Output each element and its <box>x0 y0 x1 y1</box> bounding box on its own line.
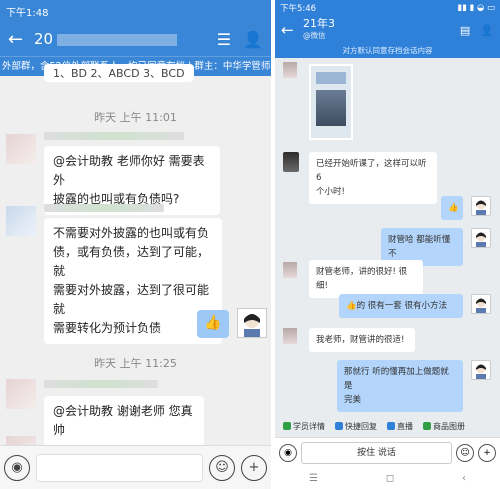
self-avatar[interactable] <box>471 196 491 216</box>
message-bubble-self[interactable]: 👍的 很有一套 很有小方法 <box>339 294 463 318</box>
chat-title: 21年3 <box>303 17 335 30</box>
self-avatar[interactable] <box>471 294 491 314</box>
emoji-icon[interactable]: ☺ <box>456 443 474 462</box>
system-nav-bar: ☰ ◻ ‹ <box>275 467 500 489</box>
message-bubble[interactable]: 不需要对外披露的也叫或有负 债，或有负债，达到了可能，就 需要对外披露，达到了很… <box>44 218 222 344</box>
avatar[interactable] <box>283 152 299 172</box>
status-time: 下午1:48 <box>6 7 49 19</box>
message-bubble[interactable]: 已经开始听课了，这样可以听6 个小时! <box>309 152 437 204</box>
avatar[interactable] <box>6 379 36 409</box>
sender-name <box>44 380 158 388</box>
menu-nav-icon[interactable]: ☰ <box>309 473 318 484</box>
image-message[interactable] <box>309 64 353 140</box>
status-time: 下午5:46 <box>280 4 317 14</box>
self-avatar[interactable] <box>471 228 491 248</box>
avatar[interactable] <box>6 206 36 236</box>
message-list[interactable]: 1、BD 2、ABCD 3、BCD 昨天 上午 11:01 @会计助教 老师你好… <box>0 64 271 466</box>
message-bubble[interactable]: @会计助教 谢谢老师 您真帅 <box>44 396 204 446</box>
self-avatar[interactable] <box>471 360 491 380</box>
keyboard-icon[interactable]: ◉ <box>279 443 297 462</box>
chat-header: ← 20 ☰ 👤 <box>0 22 271 56</box>
avatar[interactable] <box>6 134 36 164</box>
live-button[interactable]: 直播 <box>387 421 413 432</box>
chat-subtitle: @微信 <box>303 31 326 40</box>
avatar[interactable] <box>283 62 297 78</box>
document-icon[interactable]: ▤ <box>460 24 470 37</box>
hold-to-talk-button[interactable]: 按住 说话 <box>301 441 452 464</box>
status-bar: 下午1:48 ▮▮▮ 4G 43 <box>0 0 271 22</box>
archive-notice: 对方默认同意存档会话内容 <box>275 44 500 58</box>
user-icon <box>283 422 291 430</box>
right-chat-screen: 下午5:46 ▮▮ ▮ ◒ ▭ ← 21年3 @微信 ▤ 👤 对方默认同意存档会… <box>275 0 500 489</box>
timestamp: 昨天 上午 11:25 <box>94 357 177 370</box>
timestamp: 昨天 上午 11:01 <box>94 111 177 124</box>
voice-icon[interactable]: ◉ <box>4 454 30 481</box>
input-bar: ◉ 按住 说话 ☺ + <box>275 437 500 467</box>
emoji-icon[interactable]: ☺ <box>209 454 235 481</box>
message-bubble[interactable]: 我老师，财管讲的很适! <box>309 328 415 352</box>
product-album-button[interactable]: 商品图册 <box>423 421 465 432</box>
status-icons: ▮▮ ▮ ◒ ▭ <box>457 3 495 13</box>
message-bubble-self[interactable]: 👍 <box>197 310 229 338</box>
previous-message: 1、BD 2、ABCD 3、BCD <box>44 64 194 82</box>
message-bubble-self[interactable]: 那就行 听的懂再加上做题就是 完美 <box>337 360 463 412</box>
plus-icon[interactable]: + <box>241 454 267 481</box>
message-bubble[interactable]: 财管老师，讲的很好! 很细! <box>309 260 423 298</box>
album-icon <box>423 422 431 430</box>
avatar[interactable] <box>283 328 297 344</box>
menu-icon[interactable]: ☰ <box>217 30 231 49</box>
student-details-button[interactable]: 学员详情 <box>283 421 325 432</box>
chat-title: 20 <box>34 30 205 48</box>
self-avatar[interactable] <box>237 308 267 338</box>
back-arrow-icon[interactable]: ← <box>8 29 34 50</box>
sender-name <box>44 132 184 140</box>
left-chat-screen: 下午1:48 ▮▮▮ 4G 43 ← 20 ☰ 👤 外部群，含52位外部联系人，… <box>0 0 271 489</box>
quick-toolbar: 学员详情 快捷回复 直播 商品图册 <box>275 415 500 437</box>
sender-name <box>44 204 164 212</box>
plus-icon[interactable]: + <box>478 443 496 462</box>
message-bubble-self[interactable]: 👍 <box>441 196 463 220</box>
members-icon[interactable]: 👤 <box>243 30 263 49</box>
back-nav-icon[interactable]: ‹ <box>462 473 466 484</box>
avatar[interactable] <box>283 262 297 278</box>
status-bar: 下午5:46 ▮▮ ▮ ◒ ▭ <box>275 0 500 16</box>
profile-icon[interactable]: 👤 <box>480 24 494 37</box>
message-input[interactable] <box>36 453 203 482</box>
quick-reply-button[interactable]: 快捷回复 <box>335 421 377 432</box>
message-list[interactable]: 已经开始听课了，这样可以听6 个小时! 👍 财管哈 都能听懂不 财管老师，讲的很… <box>275 58 500 415</box>
reply-icon <box>335 422 343 430</box>
chat-header: ← 21年3 @微信 ▤ 👤 <box>275 16 500 44</box>
live-icon <box>387 422 395 430</box>
home-nav-icon[interactable]: ◻ <box>386 473 394 484</box>
input-bar: ◉ ☺ + <box>0 445 271 489</box>
back-arrow-icon[interactable]: ← <box>281 21 303 39</box>
